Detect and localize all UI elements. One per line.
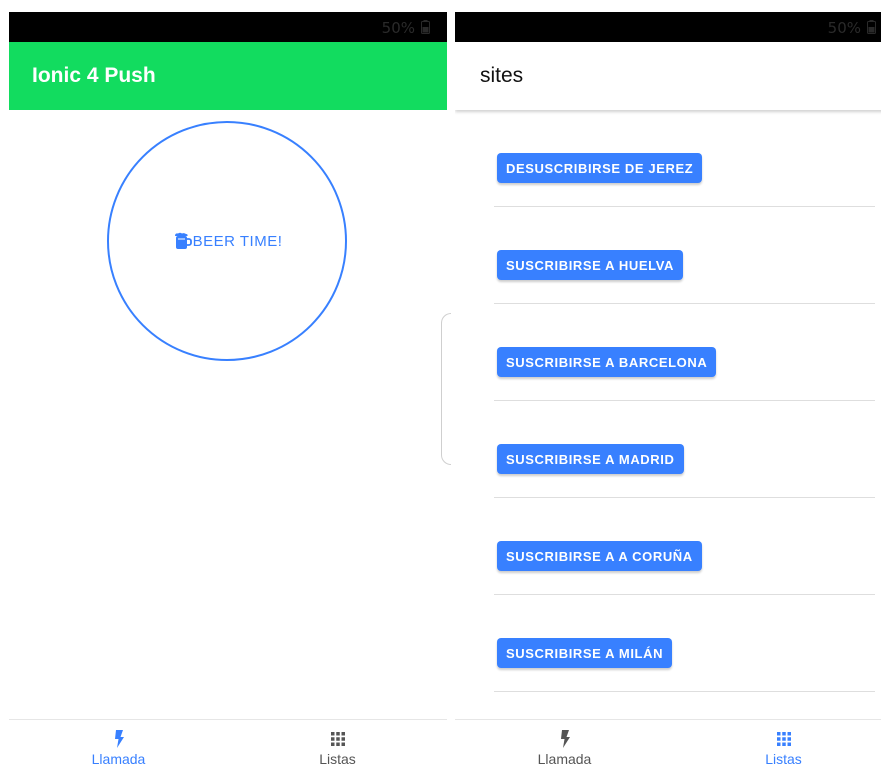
- list-item: SUSCRIBIRSE A A CORUÑA: [494, 498, 875, 595]
- tab-llamada[interactable]: Llamada: [455, 720, 674, 774]
- status-bar: 50%: [455, 12, 881, 42]
- app-toolbar: Ionic 4 Push: [9, 42, 447, 110]
- subscription-button-barcelona[interactable]: SUSCRIBIRSE A BARCELONA: [497, 347, 717, 377]
- left-phone-screen: 50% Ionic 4 Push BEER TIME! Llamada List…: [9, 12, 447, 774]
- beer-time-button[interactable]: BEER TIME!: [107, 121, 347, 361]
- subscription-button-jerez[interactable]: DESUSCRIBIRSE DE JEREZ: [497, 153, 703, 183]
- apps-grid-icon: [330, 732, 345, 746]
- beer-mug-icon: [174, 232, 192, 249]
- flash-icon: [560, 730, 570, 748]
- tab-listas[interactable]: Listas: [674, 720, 881, 774]
- list-item: DESUSCRIBIRSE DE JEREZ: [494, 110, 875, 207]
- battery-icon: [867, 20, 876, 34]
- beer-time-label-wrap: BEER TIME!: [172, 231, 283, 251]
- list-item: SUSCRIBIRSE A BARCELONA: [494, 304, 875, 401]
- beer-time-label: BEER TIME!: [192, 232, 283, 250]
- subscription-button-milan[interactable]: SUSCRIBIRSE A MILÁN: [497, 638, 673, 668]
- page-title: sites: [480, 64, 524, 87]
- list-item: SUSCRIBIRSE A MILÁN: [494, 595, 875, 692]
- tab-listas[interactable]: Listas: [228, 720, 447, 774]
- tab-llamada[interactable]: Llamada: [9, 720, 228, 774]
- page-title: Ionic 4 Push: [32, 64, 156, 87]
- tab-label: Llamada: [91, 751, 146, 767]
- subscription-button-madrid[interactable]: SUSCRIBIRSE A MADRID: [497, 444, 684, 474]
- tab-label: Llamada: [537, 751, 592, 767]
- apps-grid-icon: [776, 732, 791, 746]
- side-edge-handle[interactable]: [441, 313, 451, 465]
- tab-bar: Llamada Listas: [455, 719, 881, 774]
- battery-icon: [421, 20, 430, 34]
- list-item: SUSCRIBIRSE A MADRID: [494, 401, 875, 498]
- right-phone-screen: 50% sites DESUSCRIBIRSE DE JEREZ SUSCRIB…: [455, 12, 881, 774]
- subscription-button-huelva[interactable]: SUSCRIBIRSE A HUELVA: [497, 250, 684, 280]
- tab-label: Listas: [765, 751, 802, 767]
- battery-level: 50%: [381, 19, 415, 37]
- flash-icon: [114, 730, 124, 748]
- subscription-button-a-coruna[interactable]: SUSCRIBIRSE A A CORUÑA: [497, 541, 702, 571]
- app-toolbar: sites: [455, 42, 881, 110]
- tab-label: Listas: [319, 751, 356, 767]
- status-bar: 50%: [9, 12, 447, 42]
- battery-level: 50%: [827, 19, 861, 37]
- tab-bar: Llamada Listas: [9, 719, 447, 774]
- list-item: SUSCRIBIRSE A HUELVA: [494, 207, 875, 304]
